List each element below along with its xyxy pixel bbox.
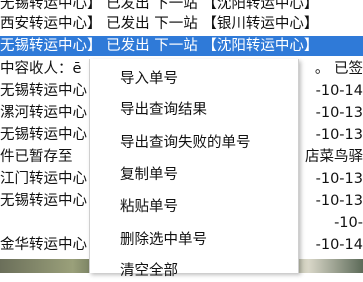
row-status-text: 金华转运中心 xyxy=(0,237,87,253)
row-status-text: 无锡转运中心】 已发出 下一站 【沈阳转运中心】 xyxy=(0,0,319,12)
row-status-text: 漯河转运中心 xyxy=(0,105,87,121)
menu-item-export-failed-numbers[interactable]: 导出查询失败的单号 xyxy=(120,132,251,154)
row-date-text: -10-14 xyxy=(315,237,363,253)
context-menu: 导入单号 导出查询结果 导出查询失败的单号 复制单号 粘贴单号 删除选中单号 清… xyxy=(89,59,299,279)
menu-item-paste-numbers[interactable]: 粘贴单号 xyxy=(120,196,178,218)
row-status-text: 西安转运中心】 已发出 下一站 【银川转运中心】 xyxy=(0,16,319,32)
menu-item-clear-all[interactable]: 清空全部 xyxy=(120,260,178,282)
row-status-text: 江门转运中心 xyxy=(0,171,87,187)
list-row[interactable]: 无锡转运中心】 已发出 下一站 【沈阳转运中心】 xyxy=(0,0,363,14)
row-date-text: -10-14 xyxy=(315,83,363,99)
menu-item-import-numbers[interactable]: 导入单号 xyxy=(120,68,178,90)
row-date-text: -10-13 xyxy=(315,105,363,121)
row-status-text: 无锡转运中心 xyxy=(0,83,87,99)
row-status-text: 中容收人：ē xyxy=(0,61,82,77)
row-status-text: 无锡转运中心 xyxy=(0,193,87,209)
row-status-text: 无锡转运中心 xyxy=(0,127,87,143)
menu-item-copy-numbers[interactable]: 复制单号 xyxy=(120,164,178,186)
menu-item-export-results[interactable]: 导出查询结果 xyxy=(120,99,207,121)
row-status-text: 无锡转运中心】 已发出 下一站 【沈阳转运中心】 xyxy=(0,38,319,54)
row-status-text: 件已暂存至 xyxy=(0,149,73,165)
row-date-text: -10-13 xyxy=(315,171,363,187)
row-date-text: 。 已签 xyxy=(314,61,363,77)
list-row[interactable]: 西安转运中心】 已发出 下一站 【银川转运中心】 xyxy=(0,14,363,34)
row-date-text: 店菜鸟驿 xyxy=(305,149,363,165)
row-date-text: -10-13 xyxy=(315,193,363,209)
menu-item-delete-selected[interactable]: 删除选中单号 xyxy=(120,229,207,251)
list-row-selected[interactable]: 无锡转运中心】 已发出 下一站 【沈阳转运中心】 xyxy=(0,36,363,56)
row-date-text: -10-13 xyxy=(315,127,363,143)
row-date-text: -10- xyxy=(334,215,363,231)
